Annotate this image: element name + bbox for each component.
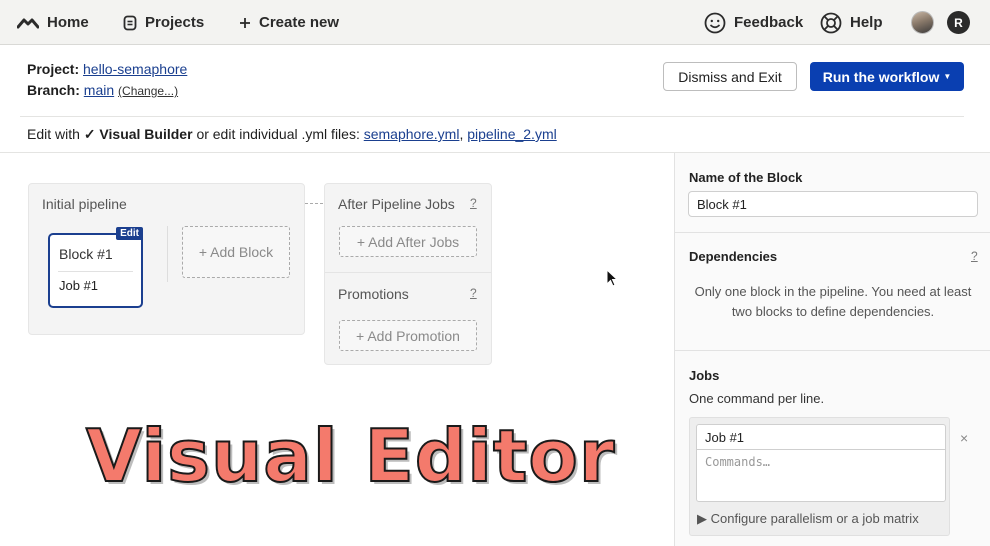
home-label: Home (47, 14, 89, 31)
branch-label: Branch: (27, 82, 80, 98)
change-branch-link[interactable]: (Change...) (118, 84, 178, 98)
top-nav: Home Projects Create new Feedback Help R (0, 0, 990, 45)
edit-prefix: Edit with (27, 126, 80, 142)
add-block-button[interactable]: + Add Block (182, 226, 290, 278)
user-photo-avatar[interactable] (911, 11, 934, 34)
feedback-link[interactable]: Feedback (704, 0, 803, 45)
help-link[interactable]: Help (820, 0, 883, 45)
dependencies-label: Dependencies (689, 249, 778, 264)
feedback-label: Feedback (734, 14, 804, 31)
add-after-jobs-button[interactable]: + Add After Jobs (339, 226, 477, 257)
initial-pipeline-title: Initial pipeline (42, 196, 127, 212)
dependencies-help-link[interactable]: ? (971, 249, 978, 263)
visual-editor-overlay-title: Visual Editor (85, 414, 616, 498)
job-commands-textarea[interactable]: Commands… (696, 449, 946, 502)
help-label: Help (850, 14, 883, 31)
block-card[interactable]: Edit Block #1 Job #1 (48, 227, 143, 308)
visual-builder-label: ✓ Visual Builder (83, 126, 193, 142)
smiley-icon (704, 12, 726, 33)
file-separator: , (459, 126, 464, 142)
jobs-hint: One command per line. (689, 391, 825, 406)
block-divider (58, 271, 133, 272)
project-label: Project: (27, 61, 80, 77)
edit-tag: Edit (116, 227, 143, 240)
pipeline-2-yml-link[interactable]: pipeline_2.yml (467, 126, 557, 142)
run-workflow-label: Run the workflow (822, 68, 940, 85)
semaphore-logo-icon (17, 18, 39, 28)
run-workflow-button[interactable]: Run the workflow ▼ (810, 62, 964, 91)
create-new-link[interactable]: Create new (239, 0, 339, 45)
mouse-cursor-icon (606, 269, 618, 287)
projects-link[interactable]: Projects (123, 0, 204, 45)
projects-label: Projects (145, 14, 205, 31)
dismiss-and-exit-button[interactable]: Dismiss and Exit (663, 62, 797, 91)
project-line: Project: hello-semaphore (27, 61, 187, 77)
edit-middle-text: or edit individual .yml files: (196, 126, 360, 142)
projects-icon (123, 15, 137, 30)
panel-divider (325, 272, 491, 273)
configure-parallelism-link[interactable]: ▶ Configure parallelism or a job matrix (697, 511, 919, 527)
project-link[interactable]: hello-semaphore (83, 61, 187, 77)
sidebar-divider (675, 232, 990, 233)
caret-down-icon: ▼ (943, 72, 952, 81)
job-name-input[interactable]: Job #1 (696, 424, 946, 450)
after-pipeline-jobs-title: After Pipeline Jobs (338, 196, 455, 212)
dependencies-note: Only one block in the pipeline. You need… (694, 284, 972, 319)
sidebar-divider (675, 350, 990, 351)
create-new-label: Create new (259, 14, 340, 31)
after-jobs-help-link[interactable]: ? (470, 196, 477, 210)
branch-link[interactable]: main (84, 82, 114, 98)
add-promotion-button[interactable]: + Add Promotion (339, 320, 477, 351)
header-divider (20, 116, 964, 117)
edit-mode-line: Edit with ✓ Visual Builder or edit indiv… (27, 126, 557, 143)
block-name-label: Name of the Block (689, 170, 803, 185)
user-initial-avatar[interactable]: R (947, 11, 970, 34)
semaphore-yml-link[interactable]: semaphore.yml (364, 126, 460, 142)
block-name-input[interactable]: Block #1 (688, 191, 978, 217)
job-name: Job #1 (59, 278, 99, 293)
block-name: Block #1 (59, 246, 113, 262)
promotions-title: Promotions (338, 286, 409, 302)
branch-line: Branch: main (Change...) (27, 82, 178, 98)
lifebuoy-icon (820, 12, 842, 33)
home-link[interactable]: Home (17, 0, 89, 45)
jobs-label: Jobs (689, 368, 720, 383)
plus-icon (240, 17, 250, 28)
promotions-help-link[interactable]: ? (470, 286, 477, 300)
remove-job-icon[interactable]: × (960, 430, 968, 446)
block-column-divider (167, 226, 168, 282)
pipeline-connector (305, 203, 323, 204)
